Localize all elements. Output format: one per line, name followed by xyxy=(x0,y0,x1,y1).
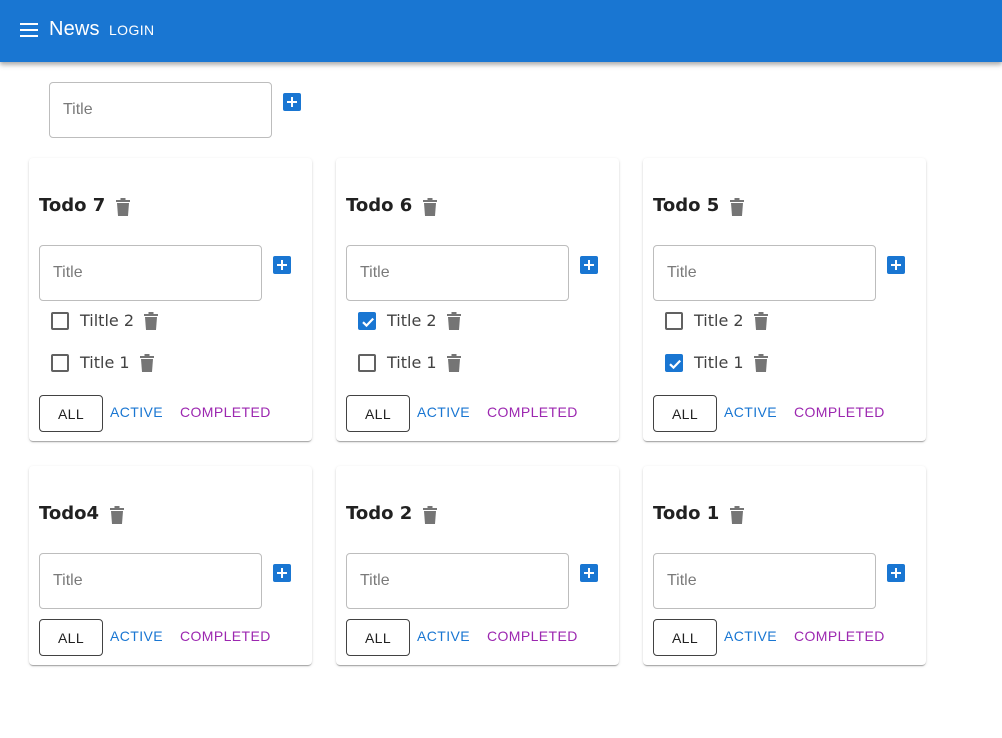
delete-item-icon[interactable] xyxy=(447,354,461,372)
new-item-title-input[interactable] xyxy=(654,554,875,608)
add-item-icon[interactable] xyxy=(580,564,598,582)
new-item-title-input[interactable] xyxy=(347,554,568,608)
delete-list-icon[interactable] xyxy=(730,506,744,524)
checked-checkbox[interactable] xyxy=(665,354,683,372)
new-list-title-field[interactable] xyxy=(49,82,272,138)
add-item-icon[interactable] xyxy=(580,256,598,274)
filter-active-button[interactable]: ACTIVE xyxy=(724,404,777,420)
filter-bar: ALL ACTIVE COMPLETED xyxy=(39,395,309,432)
new-item-title-field[interactable] xyxy=(346,245,569,301)
new-item-title-input[interactable] xyxy=(40,554,261,608)
todo-item: Title 2 xyxy=(643,306,926,336)
delete-item-icon[interactable] xyxy=(144,312,158,330)
filter-bar: ALL ACTIVE COMPLETED xyxy=(39,619,309,656)
filter-completed-button[interactable]: COMPLETED xyxy=(487,628,578,644)
filter-active-button[interactable]: ACTIVE xyxy=(110,628,163,644)
todo-list-card: Todo4 ALL ACTIVE COMPLETED xyxy=(29,466,312,665)
add-item-icon[interactable] xyxy=(887,564,905,582)
unchecked-checkbox[interactable] xyxy=(665,312,683,330)
delete-item-icon[interactable] xyxy=(754,354,768,372)
add-list-icon[interactable] xyxy=(283,93,301,111)
filter-completed-button[interactable]: COMPLETED xyxy=(180,404,271,420)
app-bar: News LOGIN xyxy=(0,0,1002,62)
todo-item-label: Title 2 xyxy=(694,311,744,330)
todo-list-title: Todo4 xyxy=(39,503,100,524)
checked-checkbox[interactable] xyxy=(358,312,376,330)
filter-bar: ALL ACTIVE COMPLETED xyxy=(653,395,923,432)
new-item-title-field[interactable] xyxy=(653,553,876,609)
app-title: News xyxy=(49,18,100,40)
filter-all-button[interactable]: ALL xyxy=(39,395,103,432)
add-item-icon[interactable] xyxy=(887,256,905,274)
filter-bar: ALL ACTIVE COMPLETED xyxy=(346,619,616,656)
filter-completed-button[interactable]: COMPLETED xyxy=(794,404,885,420)
filter-all-button[interactable]: ALL xyxy=(346,395,410,432)
todo-list-title: Todo 1 xyxy=(653,503,720,524)
todo-item-label: Title 1 xyxy=(694,353,744,372)
filter-active-button[interactable]: ACTIVE xyxy=(724,628,777,644)
filter-all-button[interactable]: ALL xyxy=(653,619,717,656)
todo-list-title: Todo 5 xyxy=(653,195,720,216)
todo-item-label: Tiltle 2 xyxy=(80,311,134,330)
add-item-icon[interactable] xyxy=(273,256,291,274)
filter-active-button[interactable]: ACTIVE xyxy=(110,404,163,420)
filter-completed-button[interactable]: COMPLETED xyxy=(794,628,885,644)
filter-bar: ALL ACTIVE COMPLETED xyxy=(653,619,923,656)
todo-item-label: Title 1 xyxy=(387,353,437,372)
filter-active-button[interactable]: ACTIVE xyxy=(417,628,470,644)
todo-item-label: Title 1 xyxy=(80,353,130,372)
add-item-icon[interactable] xyxy=(273,564,291,582)
unchecked-checkbox[interactable] xyxy=(51,312,69,330)
unchecked-checkbox[interactable] xyxy=(358,354,376,372)
hamburger-menu-icon[interactable] xyxy=(20,23,38,37)
delete-list-icon[interactable] xyxy=(730,198,744,216)
todo-item: Title 2 xyxy=(336,306,619,336)
delete-list-icon[interactable] xyxy=(116,198,130,216)
todo-item: Tiltle 2 xyxy=(29,306,312,336)
delete-list-icon[interactable] xyxy=(110,506,124,524)
filter-all-button[interactable]: ALL xyxy=(39,619,103,656)
new-list-title-input[interactable] xyxy=(50,83,271,137)
filter-all-button[interactable]: ALL xyxy=(346,619,410,656)
todo-item: Title 1 xyxy=(643,348,926,378)
filter-completed-button[interactable]: COMPLETED xyxy=(487,404,578,420)
todo-list-title: Todo 6 xyxy=(346,195,413,216)
delete-item-icon[interactable] xyxy=(754,312,768,330)
new-item-title-field[interactable] xyxy=(346,553,569,609)
filter-active-button[interactable]: ACTIVE xyxy=(417,404,470,420)
todo-list-card: Todo 7 Tiltle 2 Title 1 ALL ACTIVE COMPLETED xyxy=(29,158,312,441)
delete-item-icon[interactable] xyxy=(140,354,154,372)
new-item-title-field[interactable] xyxy=(39,553,262,609)
new-item-title-input[interactable] xyxy=(40,246,261,300)
filter-bar: ALL ACTIVE COMPLETED xyxy=(346,395,616,432)
delete-list-icon[interactable] xyxy=(423,198,437,216)
todo-list-card: Todo 1 ALL ACTIVE COMPLETED xyxy=(643,466,926,665)
new-item-title-field[interactable] xyxy=(653,245,876,301)
todo-item: Title 1 xyxy=(29,348,312,378)
todo-list-card: Todo 5 Title 2 Title 1 ALL ACTIVE COMPLETED xyxy=(643,158,926,441)
todo-item-label: Title 2 xyxy=(387,311,437,330)
login-button[interactable]: LOGIN xyxy=(109,22,155,38)
filter-completed-button[interactable]: COMPLETED xyxy=(180,628,271,644)
new-item-title-input[interactable] xyxy=(654,246,875,300)
todo-list-title: Todo 7 xyxy=(39,195,106,216)
unchecked-checkbox[interactable] xyxy=(51,354,69,372)
todo-list-card: Todo 6 Title 2 Title 1 ALL ACTIVE COMPLETED xyxy=(336,158,619,441)
delete-item-icon[interactable] xyxy=(447,312,461,330)
todo-list-title: Todo 2 xyxy=(346,503,413,524)
todo-item: Title 1 xyxy=(336,348,619,378)
filter-all-button[interactable]: ALL xyxy=(653,395,717,432)
new-item-title-field[interactable] xyxy=(39,245,262,301)
new-item-title-input[interactable] xyxy=(347,246,568,300)
todo-list-card: Todo 2 ALL ACTIVE COMPLETED xyxy=(336,466,619,665)
delete-list-icon[interactable] xyxy=(423,506,437,524)
